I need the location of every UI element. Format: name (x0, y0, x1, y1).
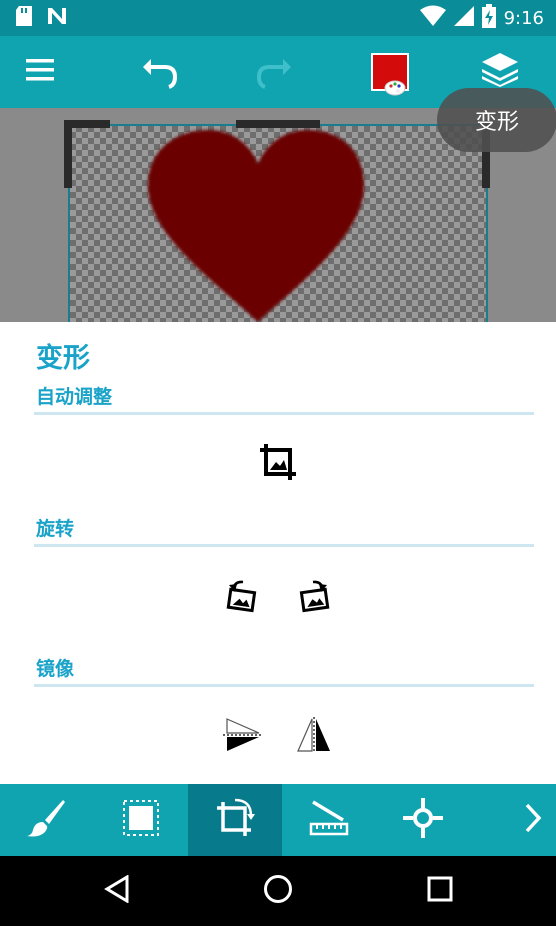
back-icon (104, 874, 130, 907)
section-divider (34, 684, 534, 687)
menu-button[interactable] (10, 36, 70, 108)
selection-icon (122, 799, 160, 841)
more-tools-button[interactable] (470, 784, 556, 856)
battery-charging-icon (481, 4, 496, 32)
section-label-mirror: 镜像 (36, 658, 75, 680)
brush-icon (27, 798, 67, 842)
edge-handle-top[interactable] (236, 120, 320, 128)
section-label-rotate: 旋转 (36, 518, 75, 540)
drawing-surface[interactable] (68, 124, 488, 322)
corner-handle-top-left-vertical[interactable] (64, 120, 72, 188)
crop-icon (260, 444, 296, 484)
transform-tool-button[interactable] (188, 784, 282, 856)
recents-icon (427, 876, 453, 906)
home-button[interactable] (243, 856, 313, 926)
undo-button[interactable] (130, 36, 190, 108)
brush-tool-button[interactable] (0, 784, 94, 856)
flip-vertical-button[interactable] (222, 718, 262, 756)
sd-card-icon (16, 6, 32, 30)
redo-icon (255, 51, 293, 93)
undo-icon (141, 51, 179, 93)
home-icon (263, 874, 293, 908)
more-arrow-icon (524, 803, 542, 837)
rotate-left-button[interactable] (222, 578, 262, 618)
color-picker-button[interactable] (360, 36, 420, 108)
n-notification-icon (46, 6, 68, 30)
panel-title: 变形 (36, 343, 90, 374)
flip-vertical-icon (223, 717, 261, 757)
status-time: 9:16 (503, 7, 544, 29)
layers-icon (482, 53, 518, 91)
redo-button[interactable] (244, 36, 304, 108)
back-button[interactable] (82, 856, 152, 926)
selection-tool-button[interactable] (94, 784, 188, 856)
section-divider (34, 412, 534, 415)
rotate-right-button[interactable] (294, 578, 334, 618)
flip-horizontal-button[interactable] (294, 717, 334, 757)
section-divider (34, 544, 534, 547)
rotate-right-icon (297, 579, 331, 617)
section-label-auto-adjust: 自动调整 (36, 386, 113, 408)
wifi-icon (419, 5, 446, 31)
signal-icon (453, 5, 474, 31)
rotate-left-icon (225, 579, 259, 617)
crop-button[interactable] (258, 444, 298, 484)
line-tool-button[interactable] (282, 784, 376, 856)
menu-icon (26, 59, 54, 85)
line-ruler-icon (309, 798, 349, 842)
navigation-bar (0, 856, 556, 926)
transform-icon (215, 798, 255, 842)
bottom-toolbar (0, 784, 556, 856)
heart-shape (148, 130, 364, 322)
transform-tooltip: 变形 (437, 88, 556, 152)
flip-horizontal-icon (295, 717, 333, 757)
recents-button[interactable] (405, 856, 475, 926)
status-bar: 9:16 (0, 0, 556, 36)
cursor-tool-button[interactable] (376, 784, 470, 856)
cursor-icon (403, 798, 443, 842)
palette-icon (384, 80, 406, 100)
transform-panel: 变形 自动调整 旋转 镜像 (0, 322, 556, 784)
